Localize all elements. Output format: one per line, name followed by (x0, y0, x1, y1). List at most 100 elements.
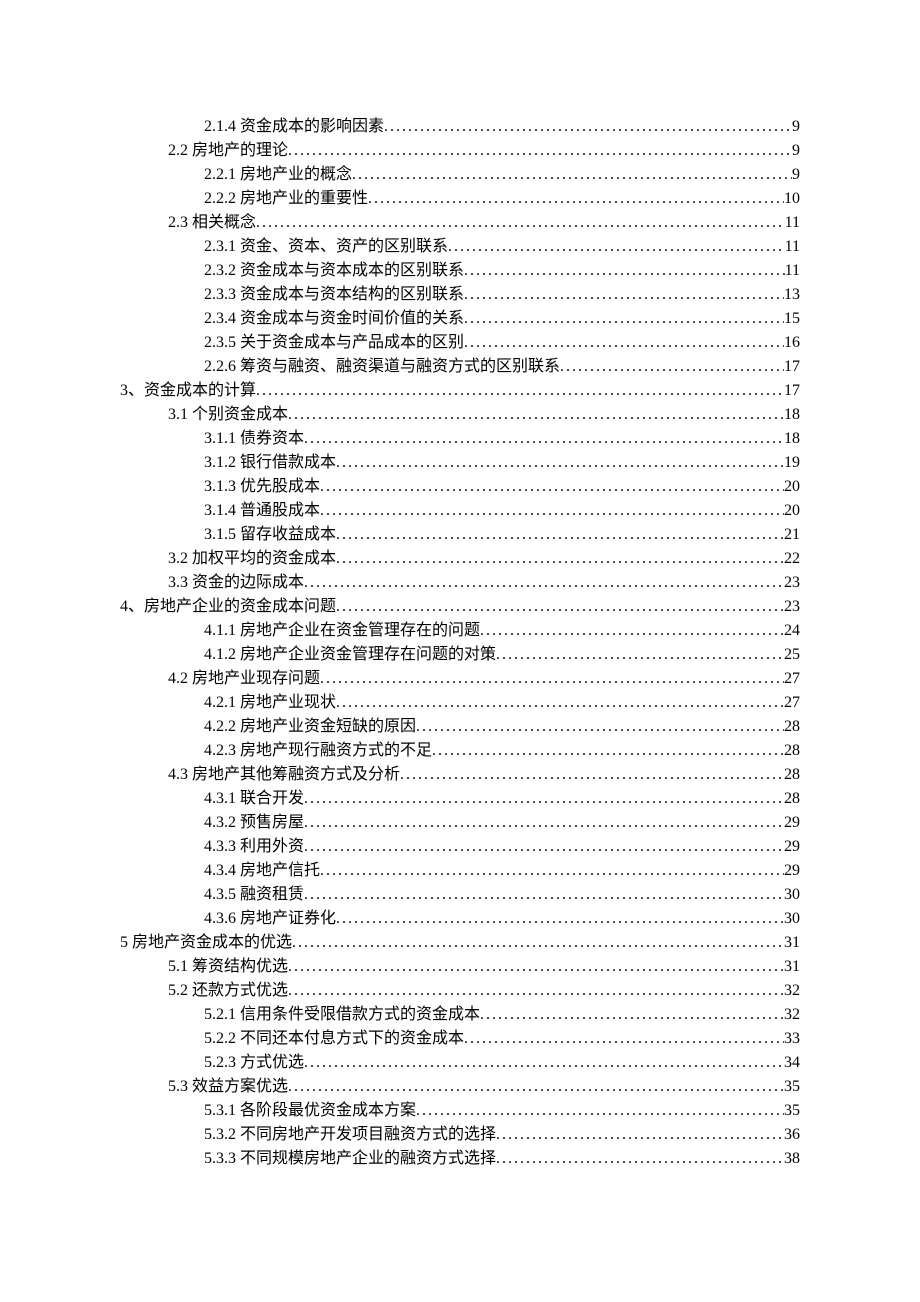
toc-title: 4.3.3 利用外资 (204, 835, 304, 859)
toc-entry: 5.2.1 信用条件受限借款方式的资金成本 32 (120, 1003, 800, 1027)
toc-page-number: 25 (784, 643, 800, 667)
toc-title: 5.2 还款方式优选 (168, 979, 288, 1003)
toc-page-number: 31 (784, 931, 800, 955)
toc-title: 5.3.2 不同房地产开发项目融资方式的选择 (204, 1123, 496, 1147)
toc-leader-dots (560, 355, 784, 379)
toc-title: 3.1.1 债券资本 (204, 427, 304, 451)
toc-title: 2.2 房地产的理论 (168, 139, 288, 163)
toc-title: 5.2.3 方式优选 (204, 1051, 304, 1075)
toc-entry: 2.3.2 资金成本与资本成本的区别联系 11 (120, 259, 800, 283)
toc-entry: 4.1.2 房地产企业资金管理存在问题的对策 25 (120, 643, 800, 667)
toc-title: 2.2.1 房地产业的概念 (204, 163, 352, 187)
toc-page-number: 28 (784, 715, 800, 739)
toc-entry: 2.3.3 资金成本与资本结构的区别联系13 (120, 283, 800, 307)
toc-page-number: 11 (785, 211, 800, 235)
toc-leader-dots (384, 115, 792, 139)
toc-entry: 3.3 资金的边际成本23 (120, 571, 800, 595)
table-of-contents: 2.1.4 资金成本的影响因素92.2 房地产的理论92.2.1 房地产业的概念… (120, 115, 800, 1171)
toc-page-number: 30 (784, 907, 800, 931)
toc-entry: 3.2 加权平均的资金成本22 (120, 547, 800, 571)
toc-leader-dots (480, 1003, 784, 1027)
toc-title: 2.2.6 筹资与融资、融资渠道与融资方式的区别联系 (204, 355, 560, 379)
toc-entry: 3.1.5 留存收益成本 21 (120, 523, 800, 547)
toc-entry: 3.1.1 债券资本 18 (120, 427, 800, 451)
toc-leader-dots (288, 139, 792, 163)
toc-title: 4.3.5 融资租赁 (204, 883, 304, 907)
toc-leader-dots (464, 307, 784, 331)
toc-entry: 5.3 效益方案优选35 (120, 1075, 800, 1099)
toc-title: 4.3.6 房地产证券化 (204, 907, 336, 931)
toc-leader-dots (464, 331, 784, 355)
toc-leader-dots (304, 883, 784, 907)
toc-page-number: 38 (784, 1147, 800, 1171)
toc-page-number: 27 (784, 667, 800, 691)
toc-title: 2.3.3 资金成本与资本结构的区别联系 (204, 283, 464, 307)
toc-leader-dots (336, 907, 784, 931)
toc-entry: 5.3.3 不同规模房地产企业的融资方式选择 38 (120, 1147, 800, 1171)
toc-title: 2.3.1 资金、资本、资产的区别联系 (204, 235, 448, 259)
toc-entry: 2.3.5 关于资金成本与产品成本的区别16 (120, 331, 800, 355)
toc-title: 3.1.5 留存收益成本 (204, 523, 336, 547)
toc-page-number: 29 (784, 859, 800, 883)
toc-entry: 5.2 还款方式优选 32 (120, 979, 800, 1003)
toc-page-number: 20 (784, 475, 800, 499)
toc-title: 5.1 筹资结构优选 (168, 955, 288, 979)
toc-leader-dots (400, 763, 784, 787)
toc-leader-dots (464, 283, 784, 307)
toc-title: 4.2.3 房地产现行融资方式的不足 (204, 739, 432, 763)
toc-title: 4.3.4 房地产信托 (204, 859, 320, 883)
toc-leader-dots (320, 859, 784, 883)
toc-title: 5 房地产资金成本的优选 (120, 931, 292, 955)
toc-page-number: 33 (784, 1027, 800, 1051)
toc-title: 3.1.2 银行借款成本 (204, 451, 336, 475)
toc-page-number: 24 (784, 619, 800, 643)
toc-entry: 5.3.2 不同房地产开发项目融资方式的选择 36 (120, 1123, 800, 1147)
toc-page-number: 21 (784, 523, 800, 547)
toc-title: 4.3.1 联合开发 (204, 787, 304, 811)
toc-page-number: 23 (784, 595, 800, 619)
toc-entry: 4.1.1 房地产企业在资金管理存在的问题24 (120, 619, 800, 643)
toc-title: 5.2.1 信用条件受限借款方式的资金成本 (204, 1003, 480, 1027)
toc-entry: 4.3 房地产其他筹融资方式及分析28 (120, 763, 800, 787)
toc-page-number: 11 (785, 235, 800, 259)
toc-page-number: 9 (792, 163, 800, 187)
toc-entry: 4.3.3 利用外资29 (120, 835, 800, 859)
toc-leader-dots (256, 379, 784, 403)
toc-title: 3.1 个别资金成本 (168, 403, 288, 427)
toc-page-number: 18 (784, 403, 800, 427)
toc-page-number: 36 (784, 1123, 800, 1147)
toc-page-number: 11 (785, 259, 800, 283)
toc-entry: 4.3.4 房地产信托 29 (120, 859, 800, 883)
toc-leader-dots (432, 739, 784, 763)
toc-title: 4.3 房地产其他筹融资方式及分析 (168, 763, 400, 787)
toc-page-number: 10 (784, 187, 800, 211)
toc-title: 2.2.2 房地产业的重要性 (204, 187, 368, 211)
toc-page-number: 9 (792, 115, 800, 139)
toc-title: 5.3.3 不同规模房地产企业的融资方式选择 (204, 1147, 496, 1171)
toc-entry: 5.1 筹资结构优选31 (120, 955, 800, 979)
toc-leader-dots (464, 259, 785, 283)
toc-title: 2.3.2 资金成本与资本成本的区别联系 (204, 259, 464, 283)
toc-entry: 5 房地产资金成本的优选 31 (120, 931, 800, 955)
toc-leader-dots (304, 571, 784, 595)
toc-page-number: 28 (784, 739, 800, 763)
toc-title: 3.3 资金的边际成本 (168, 571, 304, 595)
toc-page-number: 18 (784, 427, 800, 451)
toc-page-number: 17 (784, 355, 800, 379)
toc-leader-dots (480, 619, 784, 643)
toc-leader-dots (304, 787, 784, 811)
toc-page-number: 35 (784, 1075, 800, 1099)
toc-leader-dots (336, 547, 784, 571)
toc-entry: 3.1.2 银行借款成本19 (120, 451, 800, 475)
toc-leader-dots (448, 235, 785, 259)
toc-leader-dots (304, 811, 784, 835)
toc-page-number: 32 (784, 979, 800, 1003)
toc-title: 4.2.2 房地产业资金短缺的原因 (204, 715, 416, 739)
toc-page-number: 22 (784, 547, 800, 571)
toc-leader-dots (304, 835, 784, 859)
toc-entry: 2.3.4 资金成本与资金时间价值的关系15 (120, 307, 800, 331)
toc-leader-dots (288, 955, 784, 979)
toc-title: 4.1.2 房地产企业资金管理存在问题的对策 (204, 643, 496, 667)
toc-title: 2.3.4 资金成本与资金时间价值的关系 (204, 307, 464, 331)
toc-page-number: 32 (784, 1003, 800, 1027)
